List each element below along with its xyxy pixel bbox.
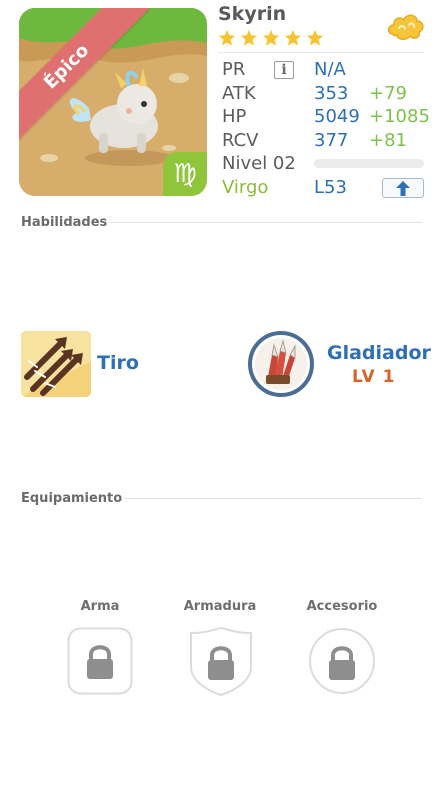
leader-skill-level: LV 1 [352,367,396,387]
hp-label: HP [222,106,247,127]
rcv-value: 377 [314,129,349,151]
level-label: Nivel 02 [222,153,296,174]
rcv-label: RCV [222,129,259,151]
upgrade-button[interactable] [382,177,424,198]
star-icon [284,29,302,46]
zodiac-sign-label: Virgo [222,176,269,198]
pr-value: N/A [314,59,346,80]
name-divider [218,52,424,53]
character-name: Skyrin [218,3,287,25]
virgo-zodiac-icon: ♍ [163,152,207,196]
pr-label: PR [222,59,246,80]
skill-name[interactable]: Tiro [97,352,139,374]
atk-label: ATK [222,82,256,104]
stat-row-sign: Virgo L53 [222,176,426,200]
equipment-divider [124,498,422,499]
weapon-slot[interactable] [67,627,133,695]
armor-slot-label: Armadura [183,599,257,614]
character-portrait[interactable]: Épico ♍ [19,8,207,196]
accessory-slot[interactable] [308,627,376,695]
skills-section-title: Habilidades [21,215,108,230]
level-progress-bar [314,159,424,168]
stat-row-rcv: RCV 377 +81 [222,129,426,153]
sign-level-value: L53 [314,176,347,198]
skills-divider [110,222,422,223]
leader-skill-name[interactable]: Gladiador [327,342,431,364]
accessory-slot-label: Accesorio [306,599,378,614]
stat-row-level: Nivel 02 [222,152,426,176]
star-icon [218,29,236,46]
info-icon[interactable]: i [274,61,294,79]
stats-panel: PR i N/A ATK 353 +79 HP 5049 +1085 RCV 3… [222,58,430,200]
leader-skill-claw-icon[interactable] [248,331,314,397]
atk-bonus: +79 [369,82,407,104]
hp-bonus: +1085 [369,106,430,127]
stat-row-hp: HP 5049 +1085 [222,105,430,129]
star-icon [306,29,324,46]
star-rating [218,29,324,47]
rcv-bonus: +81 [369,129,407,151]
skill-arrows-icon[interactable] [21,331,91,397]
stat-row-pr: PR i N/A [222,58,426,82]
hp-value: 5049 [314,106,360,127]
star-icon [240,29,258,46]
arrow-up-icon [396,180,410,196]
atk-value: 353 [314,82,349,104]
star-icon [262,29,280,46]
weapon-slot-label: Arma [80,599,120,614]
stat-row-atk: ATK 353 +79 [222,82,426,106]
equipment-section-title: Equipamiento [21,491,123,506]
armor-slot[interactable] [188,627,254,697]
cloud-element-icon[interactable] [387,8,425,44]
